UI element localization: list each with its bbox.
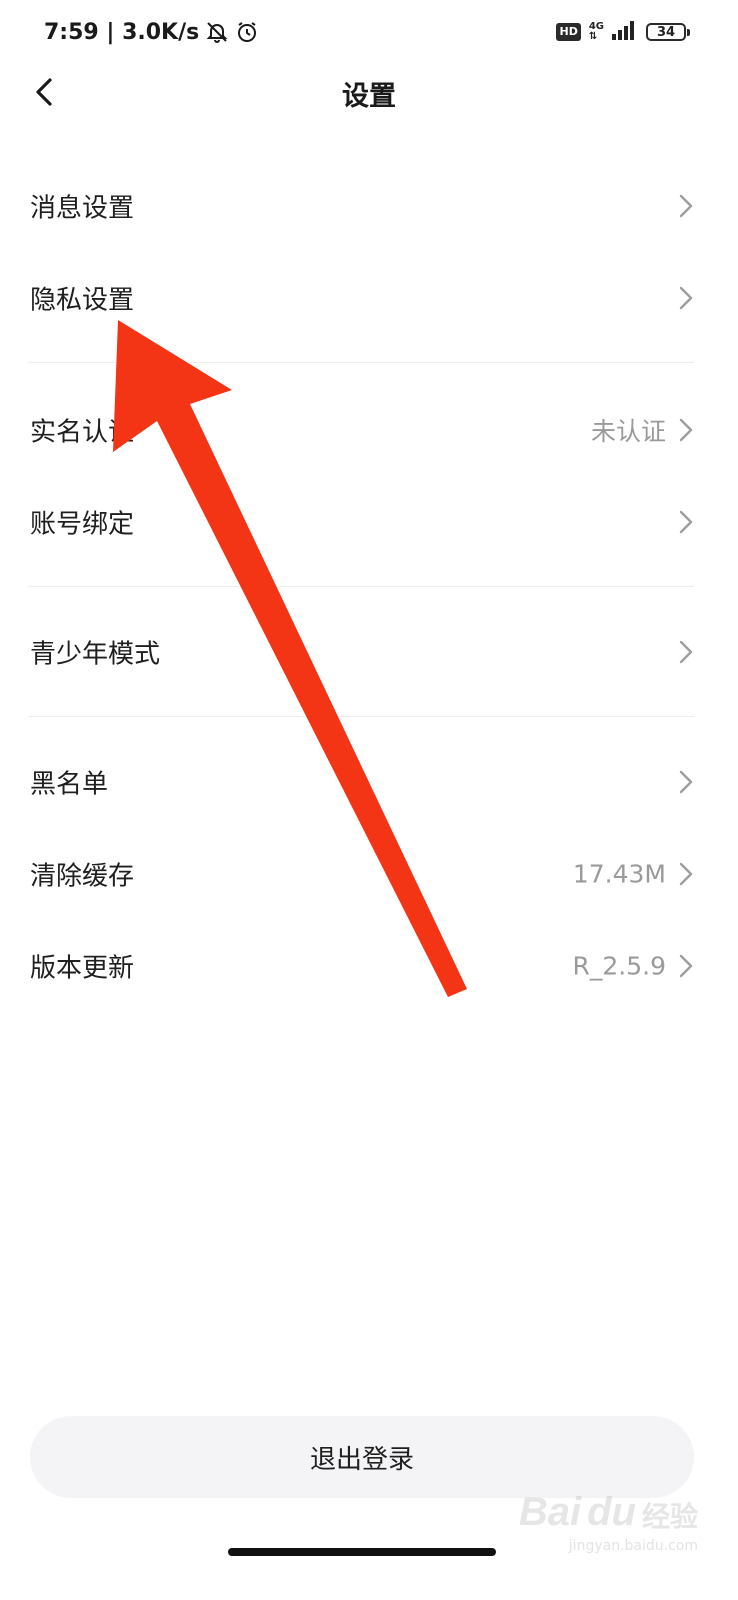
watermark-logo: Bai du 经验 jingyan.baidu.com <box>518 1490 698 1554</box>
annotation-arrow-icon <box>113 320 467 997</box>
paw-icon: du <box>587 1490 636 1534</box>
home-indicator[interactable] <box>228 1548 496 1556</box>
